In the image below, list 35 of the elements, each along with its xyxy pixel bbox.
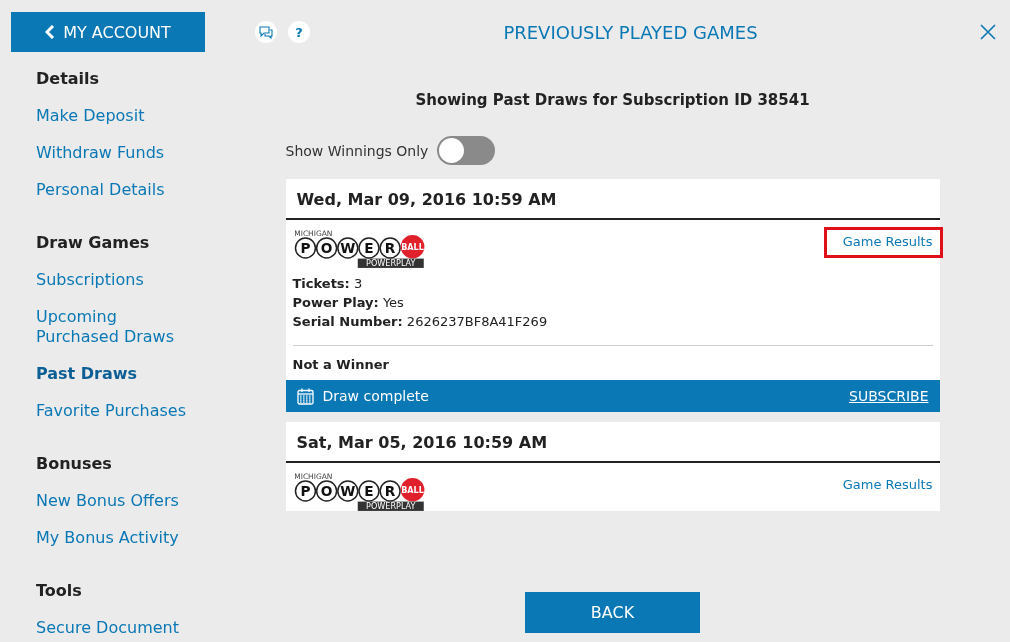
section-heading: Details: [36, 69, 101, 89]
section-heading: Bonuses: [36, 454, 113, 474]
section-heading: Tools: [36, 581, 83, 601]
sidebar-link[interactable]: Make Deposit: [36, 106, 196, 126]
back-button[interactable]: BACK: [525, 592, 700, 633]
draw-status: Draw complete: [322, 388, 430, 404]
ticket-detail: Power Play: Yes: [292, 294, 405, 312]
my-account-button[interactable]: MY ACCOUNT: [11, 12, 205, 52]
ticket-detail: Serial Number: 2626237BF8A41F269: [292, 313, 549, 331]
game-results-link[interactable]: Game Results: [823, 470, 943, 501]
chat-button[interactable]: [255, 21, 277, 43]
draw-date: Sat, Mar 05, 2016 10:59 AM: [285, 422, 940, 463]
subscribe-link[interactable]: SUBSCRIBE: [849, 388, 929, 404]
sidebar-link[interactable]: Upcoming Purchased Draws: [36, 307, 196, 347]
draw-date: Wed, Mar 09, 2016 10:59 AM: [285, 179, 940, 220]
sidebar-link[interactable]: Secure Document: [36, 618, 196, 638]
toggle-label: Show Winnings Only: [285, 142, 429, 159]
draw-outcome: Not a Winner: [292, 357, 390, 374]
chevron-left-icon: [45, 25, 56, 39]
subtitle: Showing Past Draws for Subscription ID 38541: [415, 91, 810, 109]
sidebar-link[interactable]: Past Draws: [36, 364, 196, 384]
dialog-title: PREVIOUSLY PLAYED GAMES: [502, 21, 759, 43]
sidebar-link[interactable]: Withdraw Funds: [36, 143, 196, 163]
section-heading: Draw Games: [36, 233, 151, 253]
sidebar-link[interactable]: Personal Details: [36, 180, 196, 200]
close-button[interactable]: [980, 24, 996, 40]
ticket-detail: Tickets: 3: [292, 275, 364, 293]
sidebar-link[interactable]: Favorite Purchases: [36, 401, 196, 421]
game-results-link[interactable]: Game Results: [823, 227, 943, 258]
sidebar-link[interactable]: My Bonus Activity: [36, 528, 196, 548]
calendar-icon: [296, 387, 314, 405]
sidebar-link[interactable]: New Bonus Offers: [36, 491, 196, 511]
winnings-toggle[interactable]: [437, 136, 496, 165]
help-button[interactable]: ?: [288, 21, 310, 43]
sidebar-link[interactable]: Subscriptions: [36, 270, 196, 290]
